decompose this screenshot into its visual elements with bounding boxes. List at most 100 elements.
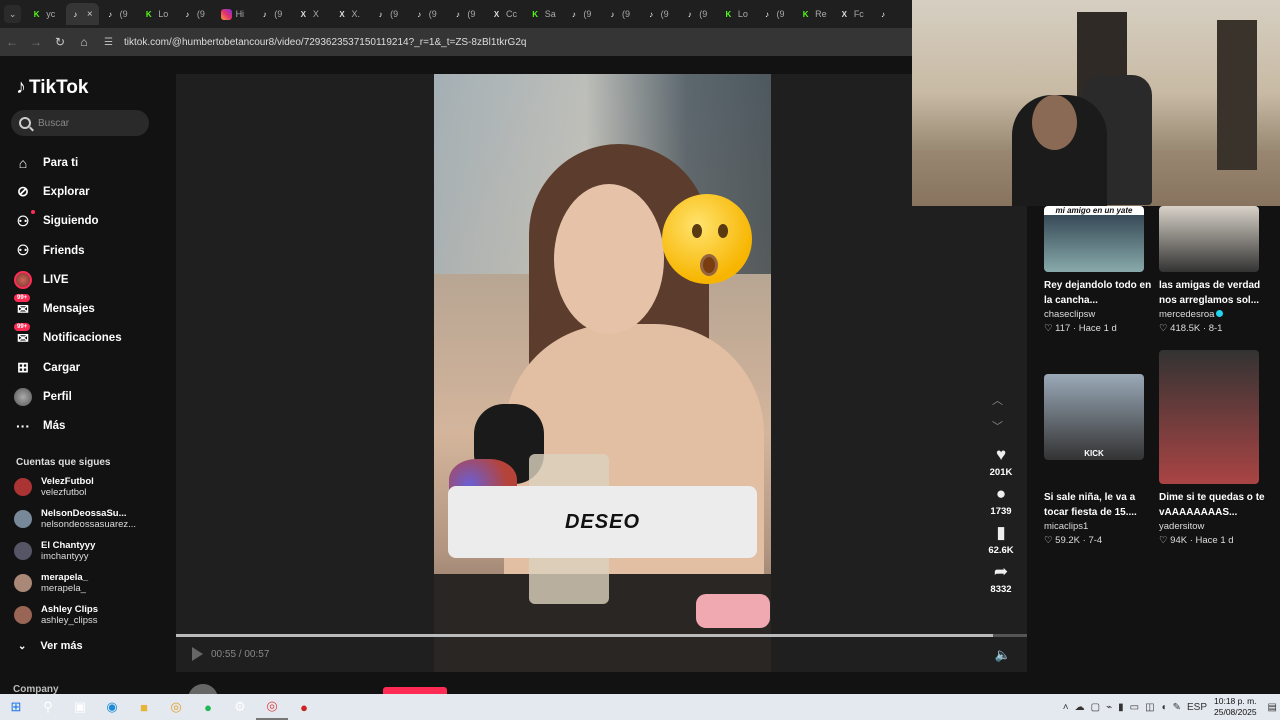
video-title[interactable]: Rey dejandolo todo en la cancha... [1044,278,1154,308]
mic-icon[interactable]: ▮ [1118,702,1124,713]
back-icon[interactable]: ← [0,35,24,49]
video-author[interactable]: micaclips1 [1044,521,1088,532]
file-explorer-icon[interactable]: ■ [128,694,160,720]
nav-item-messages[interactable]: ✉ 99+ Mensajes [14,294,122,323]
video-title[interactable]: Dime si te quedas o te vAAAAAAAAS... [1159,490,1269,520]
video-frame[interactable]: DESEO [434,74,771,672]
nav-label: Para ti [43,156,79,169]
browser-tab[interactable]: X Cc [487,3,524,25]
following-account[interactable]: El Chantyyy imchantyyy [14,540,95,562]
browser-tab[interactable]: ♪ (9 [178,3,215,25]
browser-tab[interactable]: Hi [217,3,254,25]
home-button-icon[interactable]: ⌂ [72,35,96,49]
video-author[interactable]: chaseclipsw [1044,309,1095,320]
app-icon[interactable]: ● [288,694,320,720]
video-author[interactable]: yadersitow [1159,521,1204,532]
address-bar[interactable]: ☰ tiktok.com/@humbertobetancour8/video/7… [104,37,526,48]
following-account[interactable]: NelsonDeossaSu... nelsondeossasuarez... [14,508,136,530]
play-icon[interactable] [192,647,203,661]
search-taskbar-icon[interactable]: ⚲ [32,694,64,720]
settings-icon[interactable]: ⚙ [224,694,256,720]
video-thumbnail[interactable]: KICK [1044,374,1144,460]
start-icon[interactable]: ⊞ [0,694,32,720]
browser-tab[interactable]: ♪ (9 [255,3,292,25]
nav-item-profile[interactable]: Perfil [14,382,122,411]
following-account[interactable]: Ashley Clips ashley_clipss [14,604,98,626]
browser-tab[interactable]: ♪ (9 [603,3,640,25]
nav-item-following[interactable]: ⚇ Siguiendo [14,207,122,236]
browser-tab[interactable]: ♪ (9 [758,3,795,25]
language-indicator[interactable]: ESP [1187,702,1207,713]
follow-button[interactable] [383,687,447,694]
see-more-button[interactable]: ⌄ Ver más [18,640,83,652]
nav-item-notifications[interactable]: ✉ 99+ Notificaciones [14,323,122,353]
spotify-icon[interactable]: ● [192,694,224,720]
video-author[interactable]: mercedesroa [1159,309,1224,320]
volume-icon[interactable]: 🔈 [995,647,1011,663]
edge-icon[interactable]: ◉ [96,694,128,720]
speaker-icon[interactable]: ◖ [1161,702,1167,713]
browser-tab[interactable]: ♪ (9 [564,3,601,25]
nav-item-more[interactable]: ··· Más [14,412,122,441]
friends-icon: ⚇ [16,242,30,259]
browser-tab[interactable]: ♪ (9 [448,3,485,25]
notifications-tray-icon[interactable]: ▤ [1268,702,1277,713]
network-icon[interactable]: ◫ [1145,702,1154,713]
nav-item-home[interactable]: ⌂ Para ti [14,148,122,177]
nav-item-compass[interactable]: ⊘ Explorar [14,177,122,206]
browser-tab[interactable]: XX [294,3,331,25]
browser-tab[interactable]: X Fc [835,3,872,25]
browser-tab[interactable]: ♪ (9 [101,3,138,25]
comment-button[interactable]: ● 1739 [982,484,1020,517]
nav-item-friends[interactable]: ⚇ Friends [14,236,122,265]
browser-tab[interactable]: Kyc [27,3,64,25]
tiktok-logo[interactable]: ♪ TikTok [16,76,88,99]
video-thumbnail[interactable] [1159,350,1259,484]
browser-tab[interactable]: ♪ × [65,3,99,25]
task-view-icon[interactable]: ▣ [64,694,96,720]
chevron-up-icon[interactable]: ˄ [1063,702,1069,713]
browser-tab[interactable]: K Lo [139,3,176,25]
browser-tab[interactable]: K Sa [526,3,563,25]
browser-tab[interactable]: ♪ (9 [680,3,717,25]
cloud-icon[interactable]: ☁ [1075,702,1085,713]
video-title[interactable]: Si sale niña, le va a tocar fiesta de 15… [1044,490,1154,520]
usb-icon[interactable]: ⌁ [1106,702,1112,713]
save-button[interactable]: ▮ 62.6K [982,523,1020,556]
like-button[interactable]: ♥ 201K [982,445,1020,478]
search-input[interactable]: Buscar [11,110,149,136]
chrome-icon[interactable]: ◎ [160,694,192,720]
site-info-icon[interactable]: ☰ [104,37,118,48]
browser-tab[interactable]: ♪ [873,3,910,25]
following-account[interactable]: merapela_ merapela_ [14,572,88,594]
next-video-icon[interactable]: ﹀ [992,418,1003,434]
share-button[interactable]: ➦ 8332 [982,562,1020,595]
clock[interactable]: 10:18 p. m. 25/08/2025 [1214,696,1257,718]
chrome-active-icon[interactable]: ◎ [256,694,288,720]
nav-item-live[interactable]: LIVE [14,265,122,294]
tray-app-icon[interactable]: ▢ [1091,702,1100,713]
video-progress-bar[interactable] [176,634,1027,637]
video-thumbnail[interactable] [1159,206,1259,272]
reload-icon[interactable]: ↻ [48,35,72,49]
previous-video-icon[interactable]: ︿ [992,392,1003,408]
display-icon[interactable]: ▭ [1130,702,1139,713]
forward-icon[interactable]: → [24,35,48,49]
following-account[interactable]: VelezFutbol velezfutbol [14,476,94,498]
avatar [14,478,32,496]
browser-tab[interactable]: ♪ (9 [642,3,679,25]
pen-icon[interactable]: ✎ [1173,702,1181,713]
browser-tab[interactable]: X X. [332,3,369,25]
url-text[interactable]: tiktok.com/@humbertobetancour8/video/729… [124,37,526,48]
video-thumbnail[interactable]: mi amigo en un yate [1044,206,1144,272]
nav-item-upload[interactable]: ⊞ Cargar [14,353,122,382]
close-tab-icon[interactable]: × [87,9,93,20]
browser-tab[interactable]: ♪ (9 [371,3,408,25]
video-player[interactable]: DESEO 00:55 / 00:57 🔈 [176,74,1027,672]
video-title[interactable]: las amigas de verdad nos arreglamos sol.… [1159,278,1269,308]
browser-tab[interactable]: K Lo [719,3,756,25]
browser-tab[interactable]: ♪ (9 [410,3,447,25]
tab-search-menu-button[interactable]: ⌄ [4,5,22,23]
account-name: El Chantyyy [41,540,96,551]
browser-tab[interactable]: K Re [796,3,833,25]
